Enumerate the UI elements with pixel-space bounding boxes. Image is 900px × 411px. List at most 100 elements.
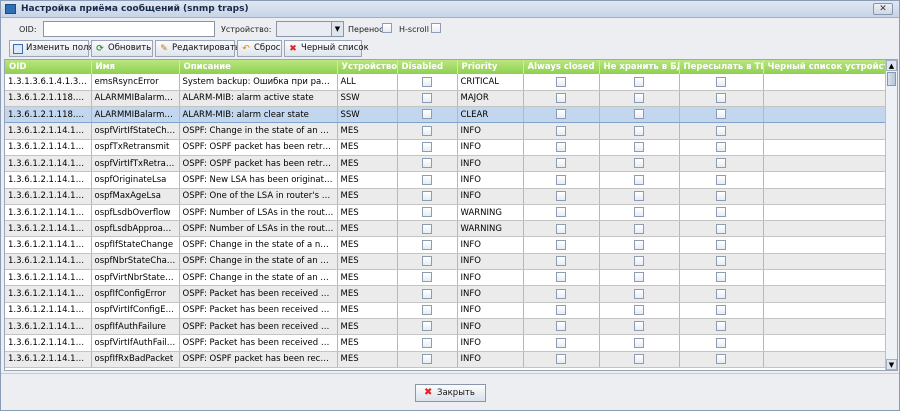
- no-store-db-checkbox[interactable]: [634, 288, 644, 299]
- no-store-db-checkbox[interactable]: [634, 109, 644, 120]
- table-row[interactable]: 1.3.6.1.2.1.14.16.2.13ospfMaxAgeLsaOSPF:…: [5, 188, 887, 205]
- no-store-db-checkbox[interactable]: [634, 174, 644, 185]
- scroll-down-icon[interactable]: ▼: [886, 359, 897, 370]
- no-store-db-checkbox[interactable]: [634, 190, 644, 201]
- forward-tl1-checkbox[interactable]: [716, 207, 726, 218]
- forward-tl1-checkbox[interactable]: [716, 158, 726, 169]
- table-row[interactable]: 1.3.1.3.6.1.4.1.35265...emsRsyncErrorSys…: [5, 74, 887, 91]
- col-description[interactable]: Описание: [179, 60, 338, 74]
- col-always-closed[interactable]: Always closed: [523, 60, 600, 74]
- no-store-db-checkbox[interactable]: [634, 223, 644, 234]
- col-name[interactable]: Имя: [91, 60, 180, 74]
- always-closed-checkbox[interactable]: [556, 223, 566, 234]
- edit-button[interactable]: ✎ Редактировать: [155, 40, 240, 57]
- always-closed-checkbox[interactable]: [556, 158, 566, 169]
- table-row[interactable]: 1.3.6.1.2.1.14.16.2.1 ospfVirtIfStateChan…: [5, 122, 887, 140]
- col-priority[interactable]: Priority: [457, 60, 524, 74]
- forward-tl1-checkbox[interactable]: [716, 142, 726, 153]
- forward-tl1-checkbox[interactable]: [716, 337, 726, 348]
- col-device-blacklist[interactable]: Черный список устройств: [763, 60, 887, 74]
- always-closed-checkbox[interactable]: [556, 288, 566, 299]
- forward-tl1-checkbox[interactable]: [716, 223, 726, 234]
- chevron-down-icon[interactable]: ▼: [331, 22, 343, 36]
- reset-button[interactable]: ↶ Сброс: [237, 40, 282, 57]
- always-closed-checkbox[interactable]: [556, 76, 566, 87]
- forward-tl1-checkbox[interactable]: [716, 321, 726, 332]
- no-store-db-checkbox[interactable]: [634, 207, 644, 218]
- always-closed-checkbox[interactable]: [556, 109, 566, 120]
- forward-tl1-checkbox[interactable]: [716, 125, 726, 136]
- no-store-db-checkbox[interactable]: [634, 93, 644, 104]
- col-oid[interactable]: OID: [5, 60, 92, 74]
- disabled-checkbox[interactable]: [422, 321, 432, 332]
- forward-tl1-checkbox[interactable]: [716, 109, 726, 120]
- forward-tl1-checkbox[interactable]: [716, 353, 726, 364]
- forward-tl1-checkbox[interactable]: [716, 272, 726, 283]
- always-closed-checkbox[interactable]: [556, 190, 566, 201]
- refresh-button[interactable]: ⟳ Обновить: [91, 40, 153, 57]
- disabled-checkbox[interactable]: [422, 158, 432, 169]
- always-closed-checkbox[interactable]: [556, 125, 566, 136]
- forward-tl1-checkbox[interactable]: [716, 76, 726, 87]
- table-row[interactable]: 1.3.6.1.2.1.14.16.2.5 ospfVirtIfConfigErr…: [5, 302, 887, 319]
- table-row[interactable]: 1.3.6.1.2.1.14.16.2.6 ospfIfAuthFailure OS…: [5, 318, 887, 336]
- hscroll-checkbox[interactable]: [431, 23, 441, 33]
- scroll-thumb[interactable]: [887, 72, 896, 86]
- disabled-checkbox[interactable]: [422, 76, 432, 87]
- edit-fields-button[interactable]: Изменить поля: [9, 40, 94, 57]
- disabled-checkbox[interactable]: [422, 174, 432, 185]
- table-row[interactable]: 1.3.6.1.2.1.14.16.2.8 ospfIfRxBadPacket OS…: [5, 351, 887, 368]
- oid-filter-input[interactable]: [43, 21, 215, 37]
- forward-tl1-checkbox[interactable]: [716, 239, 726, 250]
- always-closed-checkbox[interactable]: [556, 353, 566, 364]
- scroll-up-icon[interactable]: ▲: [886, 60, 897, 71]
- disabled-checkbox[interactable]: [422, 272, 432, 283]
- device-select[interactable]: ▼: [276, 21, 344, 37]
- disabled-checkbox[interactable]: [422, 223, 432, 234]
- title-bar[interactable]: Настройка приёма сообщений (snmp traps) …: [1, 1, 899, 18]
- table-row[interactable]: 1.3.6.1.2.1.14.16.2.2 ospfNbrStateChange O…: [5, 253, 887, 271]
- forward-tl1-checkbox[interactable]: [716, 288, 726, 299]
- disabled-checkbox[interactable]: [422, 353, 432, 364]
- table-row[interactable]: 1.3.6.1.2.1.14.16.2.11ospfVirtIfTxRetran…: [5, 155, 887, 173]
- disabled-checkbox[interactable]: [422, 142, 432, 153]
- forward-tl1-checkbox[interactable]: [716, 256, 726, 267]
- table-row[interactable]: 1.3.6.1.2.1.118.0.3 ALARMMIBalarmCle... AL…: [5, 106, 887, 124]
- close-window-icon[interactable]: ✕: [873, 3, 893, 15]
- disabled-checkbox[interactable]: [422, 109, 432, 120]
- disabled-checkbox[interactable]: [422, 337, 432, 348]
- always-closed-checkbox[interactable]: [556, 142, 566, 153]
- table-row[interactable]: 1.3.6.1.2.1.14.16.2.12ospfOriginateLsaOS…: [5, 171, 887, 189]
- always-closed-checkbox[interactable]: [556, 174, 566, 185]
- table-row[interactable]: 1.3.6.1.2.1.14.16.2.4 ospfIfConfigError OS…: [5, 285, 887, 303]
- always-closed-checkbox[interactable]: [556, 207, 566, 218]
- wrap-checkbox[interactable]: [382, 23, 392, 33]
- disabled-checkbox[interactable]: [422, 239, 432, 250]
- disabled-checkbox[interactable]: [422, 305, 432, 316]
- no-store-db-checkbox[interactable]: [634, 305, 644, 316]
- no-store-db-checkbox[interactable]: [634, 239, 644, 250]
- no-store-db-checkbox[interactable]: [634, 142, 644, 153]
- always-closed-checkbox[interactable]: [556, 305, 566, 316]
- always-closed-checkbox[interactable]: [556, 93, 566, 104]
- disabled-checkbox[interactable]: [422, 256, 432, 267]
- col-forward-tl1[interactable]: Пересылать в TL1: [679, 60, 764, 74]
- table-row[interactable]: 1.3.6.1.2.1.14.16.2.3ospfVirtNbrStateCha…: [5, 269, 887, 287]
- table-row[interactable]: 1.3.6.1.2.1.118.0.2ALARMMIBalarmActiv...…: [5, 90, 887, 108]
- forward-tl1-checkbox[interactable]: [716, 190, 726, 201]
- close-button[interactable]: ✖ Закрыть: [415, 384, 486, 402]
- no-store-db-checkbox[interactable]: [634, 256, 644, 267]
- always-closed-checkbox[interactable]: [556, 272, 566, 283]
- no-store-db-checkbox[interactable]: [634, 158, 644, 169]
- disabled-checkbox[interactable]: [422, 125, 432, 136]
- disabled-checkbox[interactable]: [422, 190, 432, 201]
- always-closed-checkbox[interactable]: [556, 337, 566, 348]
- always-closed-checkbox[interactable]: [556, 256, 566, 267]
- col-device[interactable]: Устройство: [337, 60, 398, 74]
- table-row[interactable]: 1.3.6.1.2.1.14.16.2.7 ospfVirtIfAuthFailu…: [5, 334, 887, 352]
- disabled-checkbox[interactable]: [422, 93, 432, 104]
- forward-tl1-checkbox[interactable]: [716, 93, 726, 104]
- col-no-store-db[interactable]: Не хранить в БД: [599, 60, 680, 74]
- col-disabled[interactable]: Disabled: [397, 60, 458, 74]
- table-row[interactable]: 1.3.6.1.2.1.14.16.2.10ospfTxRetransmitOS…: [5, 139, 887, 156]
